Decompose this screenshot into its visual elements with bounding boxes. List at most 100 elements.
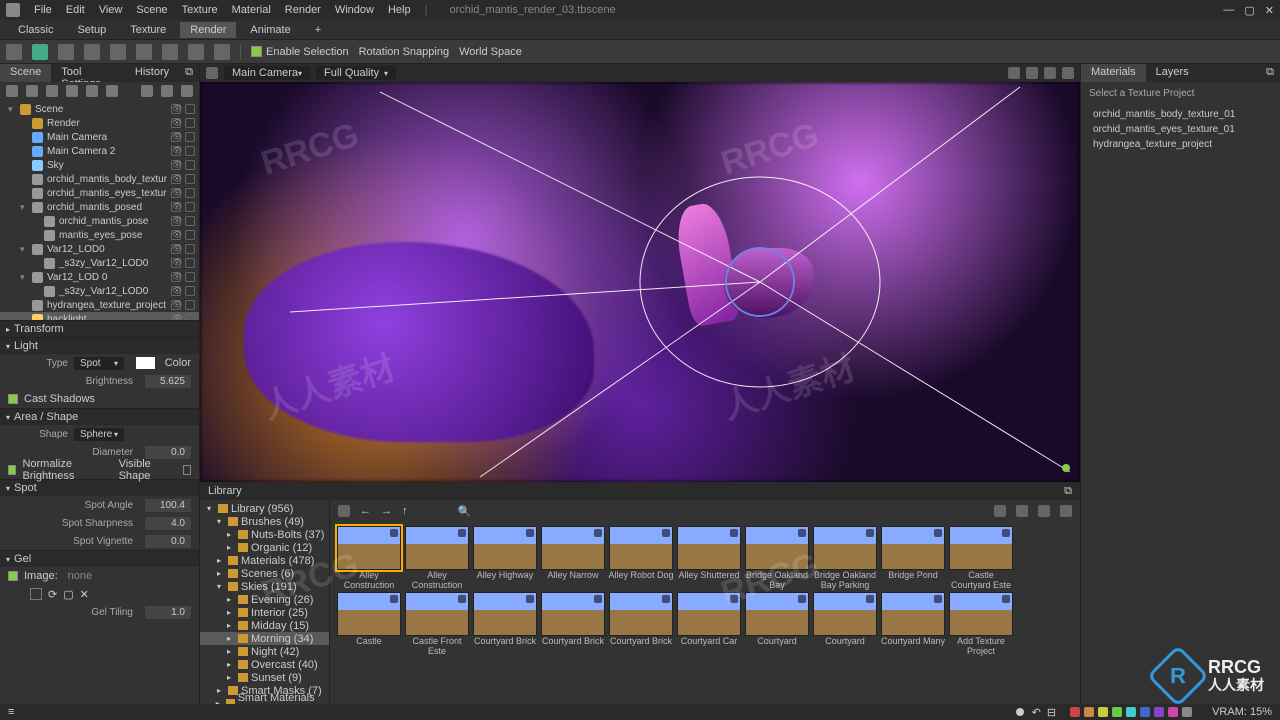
library-up-icon[interactable]: ↑ [402,505,408,517]
outliner-item[interactable]: orchid_mantis_eyes_texture_01👁 [0,186,199,200]
section-area-shape[interactable]: ▾Area / Shape [0,408,199,425]
camera-dropdown[interactable]: Main Camera [224,66,310,80]
library-thumbnail[interactable]: Alley Shuttered [676,526,742,590]
outliner-item[interactable]: ▾orchid_mantis_posed👁 [0,200,199,214]
scale-tool-icon[interactable] [84,44,100,60]
library-fwd-icon[interactable]: → [381,505,392,517]
outliner-item[interactable]: hydrangea_texture_project👁 [0,298,199,312]
gel-browse-icon[interactable] [30,588,42,600]
texture-project-item[interactable]: orchid_mantis_eyes_texture_01 [1081,122,1280,137]
viewport-layout-icon[interactable] [206,67,218,79]
library-folder[interactable]: ▸Materials (478) [200,554,329,567]
library-thumbnail[interactable]: Alley Highway [472,526,538,590]
popout-icon[interactable]: ⧉ [1260,64,1280,82]
outliner-item[interactable]: _s3zy_Var12_LOD0👁 [0,256,199,270]
outliner-item[interactable]: ▾Scene👁 [0,102,199,116]
tab-layers[interactable]: Layers [1146,64,1199,82]
tab-tool-settings[interactable]: Tool Settings [51,64,125,82]
outliner-item[interactable]: orchid_mantis_pose👁 [0,214,199,228]
search-icon[interactable]: 🔍 [458,505,472,518]
world-space-label[interactable]: World Space [459,46,522,58]
spot-sharpness-input[interactable]: 4.0 [145,517,191,530]
scene-outliner[interactable]: ▾Scene👁Render👁Main Camera👁Main Camera 2👁… [0,100,199,320]
library-thumbnail[interactable]: Alley Robot Dog [608,526,674,590]
universal-tool-icon[interactable] [110,44,126,60]
gel-tiling-input[interactable]: 1.0 [145,606,191,619]
library-thumbnail[interactable]: Alley Construction [404,526,470,590]
visible-shape-checkbox[interactable] [183,465,191,475]
minimize-icon[interactable]: — [1223,4,1234,17]
library-thumbnail[interactable]: Courtyard [744,592,810,656]
outliner-item[interactable]: Main Camera 2👁 [0,144,199,158]
light-type-dropdown[interactable]: Spot [74,357,124,370]
gel-refresh-icon[interactable]: ⟳ [48,588,57,601]
outliner-item[interactable]: _s3zy_Var12_LOD0👁 [0,284,199,298]
library-popout-icon[interactable]: ⧉ [1064,485,1072,498]
gel-open-icon[interactable]: ▢ [63,588,73,601]
library-thumbnail[interactable]: Courtyard Car [676,592,742,656]
menu-view[interactable]: View [99,4,123,16]
library-folder[interactable]: ▸Evening (26) [200,593,329,606]
library-grid[interactable]: Alley ConstructionAlley ConstructionAlle… [330,522,1080,720]
section-light[interactable]: ▾Light [0,337,199,354]
color-swatch[interactable] [1154,707,1164,717]
menu-help[interactable]: Help [388,4,411,16]
library-thumbnail[interactable]: Courtyard Brick [472,592,538,656]
library-thumbnail[interactable]: Bridge Oakland Bay [744,526,810,590]
section-transform[interactable]: ▸Transform [0,320,199,337]
close-icon[interactable]: ✕ [1265,4,1274,17]
lasso-tool-icon[interactable] [162,44,178,60]
library-home-icon[interactable] [338,505,350,517]
color-swatch[interactable] [1070,707,1080,717]
library-thumbnail[interactable]: Courtyard [812,592,878,656]
library-thumbnail[interactable]: Castle [336,592,402,656]
library-delete-icon[interactable] [1038,505,1050,517]
color-swatch[interactable] [1084,707,1094,717]
mode-animate[interactable]: Animate [240,22,300,38]
library-folder[interactable]: ▸Organic (12) [200,541,329,554]
menu-texture[interactable]: Texture [182,4,218,16]
light-add-icon[interactable] [26,85,38,97]
add-icon[interactable] [6,85,18,97]
spot-angle-input[interactable]: 100.4 [145,499,191,512]
library-folder[interactable]: ▸Morning (34) [200,632,329,645]
library-thumbnail[interactable]: Alley Narrow [540,526,606,590]
library-thumbnail[interactable]: Courtyard Brick [540,592,606,656]
mode-setup[interactable]: Setup [67,22,116,38]
library-view-icon[interactable] [1060,505,1072,517]
viewport-popout-icon[interactable] [1062,67,1074,79]
outliner-item[interactable]: ▾Var12_LOD 0👁 [0,270,199,284]
library-thumbnail[interactable]: Add Texture Project [948,592,1014,656]
viewport-add-icon[interactable] [1026,67,1038,79]
extra-tool-icon[interactable] [214,44,230,60]
library-folder-tree[interactable]: ▾Library (956)▾Brushes (49)▸Nuts-Bolts (… [200,500,330,720]
popout-icon[interactable]: ⧉ [179,64,199,82]
section-gel[interactable]: ▾Gel [0,550,199,567]
paint-tool-icon[interactable] [188,44,204,60]
rotate-tool-icon[interactable] [58,44,74,60]
mode-classic[interactable]: Classic [8,22,63,38]
library-folder[interactable]: ▾Library (956) [200,502,329,515]
menu-file[interactable]: File [34,4,52,16]
library-back-icon[interactable]: ← [360,505,371,517]
group-add-icon[interactable] [106,85,118,97]
select-tool-icon[interactable] [6,44,22,60]
library-folder[interactable]: ▸Overcast (40) [200,658,329,671]
mode-texture[interactable]: Texture [120,22,176,38]
menu-edit[interactable]: Edit [66,4,85,16]
library-import-icon[interactable] [994,505,1006,517]
quality-dropdown[interactable]: Full Quality [316,66,396,80]
spot-vignette-input[interactable]: 0.0 [145,535,191,548]
library-folder[interactable]: ▸Nuts-Bolts (37) [200,528,329,541]
rotation-snapping-label[interactable]: Rotation Snapping [359,46,450,58]
texture-project-item[interactable]: orchid_mantis_body_texture_01 [1081,107,1280,122]
viewport-3d[interactable] [200,82,1080,482]
color-swatch[interactable] [1112,707,1122,717]
library-thumbnail[interactable]: Alley Construction [336,526,402,590]
gel-image-checkbox[interactable] [8,571,18,581]
outliner-item[interactable]: Render👁 [0,116,199,130]
menu-window[interactable]: Window [335,4,374,16]
delete-icon[interactable] [181,85,193,97]
library-folder[interactable]: ▸Sunset (9) [200,671,329,684]
light-color-swatch[interactable] [136,357,155,369]
